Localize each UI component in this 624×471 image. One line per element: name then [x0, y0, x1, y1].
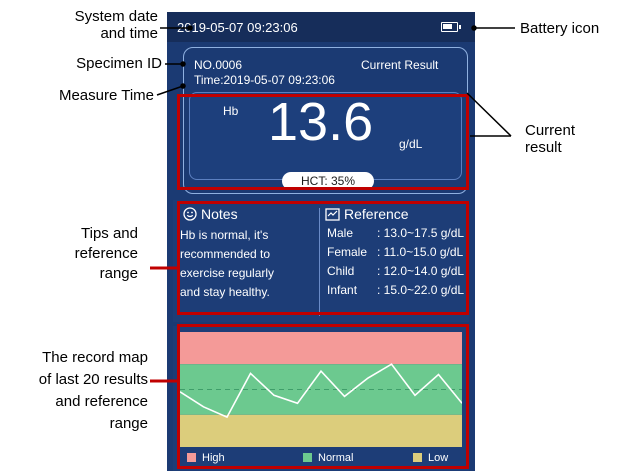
label-current-result: Current result — [525, 122, 576, 156]
label-specimen-id: Specimen ID — [76, 55, 162, 72]
label-record-map: The record map of last 20 results and refe… — [38, 349, 148, 432]
label-battery-icon: Battery icon — [520, 20, 600, 37]
label-measure-time: Measure Time — [58, 87, 154, 104]
label-system-datetime: System date and time — [74, 8, 158, 42]
label-tips-reference: Tips and reference range — [74, 225, 138, 282]
